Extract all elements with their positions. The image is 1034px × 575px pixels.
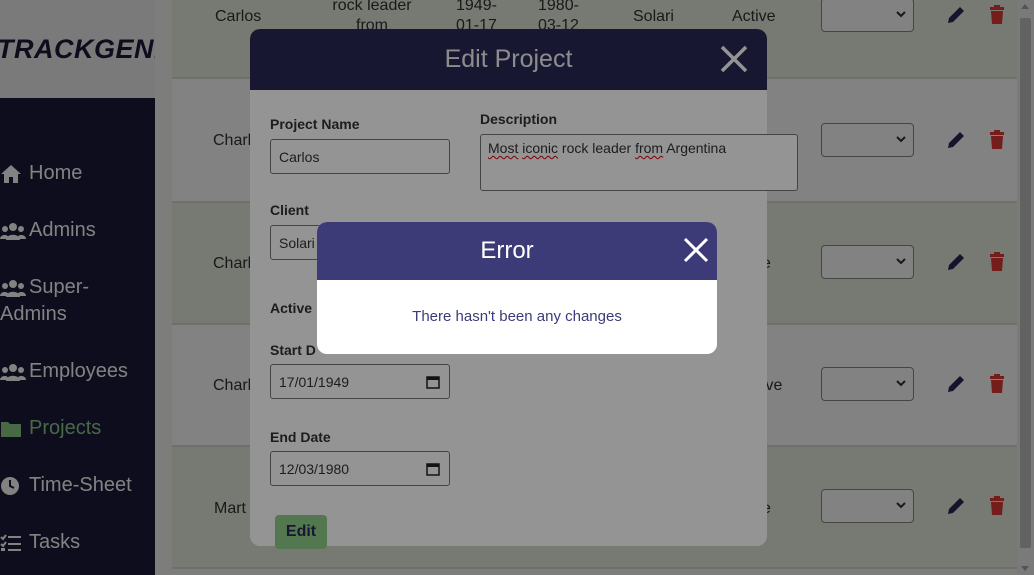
error-modal-title: Error — [480, 237, 534, 264]
error-message: There hasn't been any changes — [412, 308, 622, 325]
close-icon[interactable] — [683, 237, 709, 263]
error-modal: Error There hasn't been any changes — [317, 222, 717, 354]
error-modal-header: Error — [317, 222, 717, 280]
